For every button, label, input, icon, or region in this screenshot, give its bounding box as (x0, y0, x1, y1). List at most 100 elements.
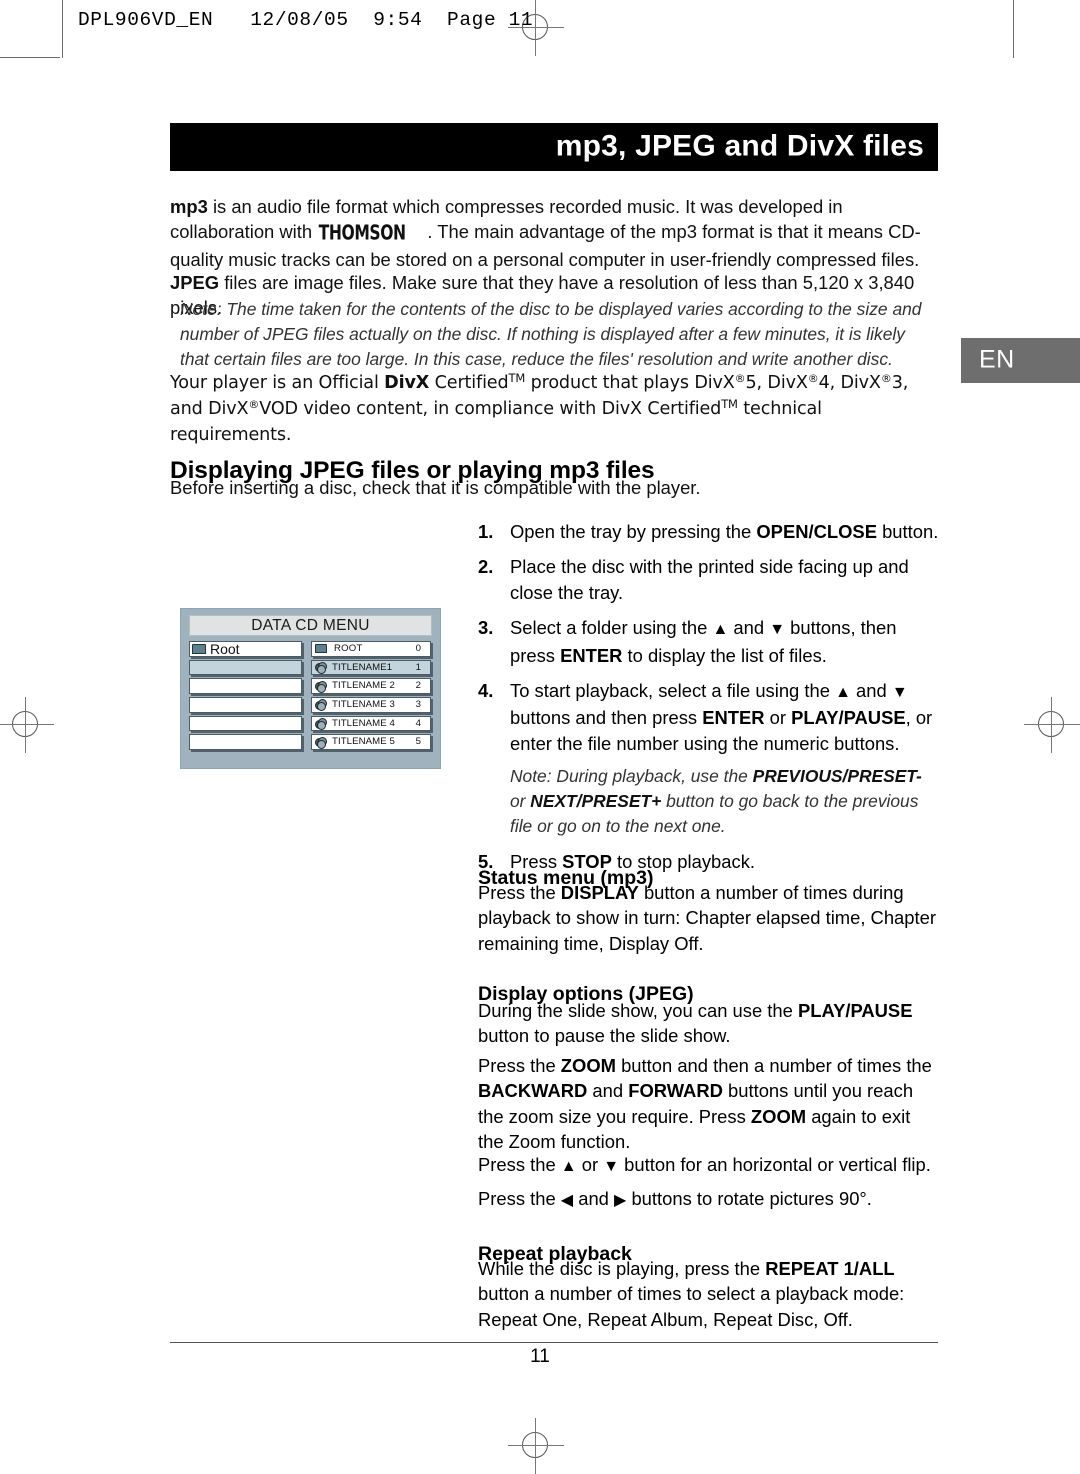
registration-mark-right (1024, 697, 1080, 753)
figure-file-label: TITLENAME1 (332, 661, 393, 673)
figure-folder-row (189, 715, 302, 732)
step-item: 1. Open the tray by pressing the OPEN/CL… (478, 519, 940, 544)
figure-file-row: TITLENAME1 1 (311, 659, 431, 676)
figure-file-label: TITLENAME 3 (332, 699, 395, 711)
arrow-left-icon: ◀ (560, 1192, 574, 1209)
step-text-run: and (850, 680, 892, 702)
figure-folder-label: Root (210, 641, 240, 657)
rotate-text-3: buttons to rotate pictures 90°. (626, 1188, 872, 1209)
trim-mark-right (1013, 0, 1015, 58)
trim-mark-top (0, 57, 60, 59)
step-text-run: to display the list of files. (622, 644, 827, 666)
flip-text-3: button for an horizontal or vertical fli… (619, 1154, 931, 1175)
figure-file-number: 1 (415, 661, 421, 673)
figure-data-cd-menu: DATA CD MENU Root ROOT 0 TITLENAME1 1 TI… (180, 608, 441, 769)
step-number: 3. (478, 617, 494, 639)
step-text: Select a folder using the ▲ and ▼ button… (510, 615, 940, 668)
divx-text-4: DivX (208, 399, 249, 419)
media-icon (315, 661, 327, 674)
arrow-icon: ▼ (769, 621, 786, 639)
button-repeat: REPEAT 1/ALL (765, 1258, 895, 1279)
button-forward: FORWARD (628, 1080, 723, 1102)
trademark-symbol: TM (508, 371, 526, 385)
figure-file-row: TITLENAME 4 4 (311, 715, 431, 732)
flip-text-2: or (576, 1154, 604, 1175)
flip-text-1: Press the (478, 1154, 561, 1175)
figure-folder-row (189, 734, 302, 750)
step-item: 2. Place the disc with the printed side … (478, 554, 940, 605)
footer-divider (170, 1342, 938, 1344)
figure-file-number: 3 (415, 699, 421, 711)
figure-folder-row-root: Root (189, 641, 302, 657)
button-next-preset: NEXT/PRESET+ (530, 791, 662, 812)
divx-text-3: product that plays DivX (525, 373, 735, 393)
button-previous-preset: PREVIOUS/PRESET- (752, 766, 922, 787)
arrow-up-icon: ▲ (560, 1158, 577, 1175)
button-play-pause: PLAY/PAUSE (798, 1000, 913, 1021)
rotate-text-2: and (573, 1188, 615, 1209)
zoom-text-1: Press the (478, 1055, 561, 1076)
step-text: Place the disc with the printed side fac… (510, 554, 940, 605)
note-previous-next: Note: During playback, use the PREVIOUS/… (510, 764, 940, 839)
mp3-lead: mp3 (170, 196, 208, 217)
step-text-run: Open the tray by pressing the (510, 521, 757, 542)
paragraph-mp3: mp3 is an audio file format which compre… (170, 194, 940, 272)
language-tab-en: EN (961, 338, 1080, 383)
figure-file-row: TITLENAME 5 5 (311, 734, 431, 750)
zoom-text-3: and (587, 1080, 629, 1102)
paragraph-zoom: Press the ZOOM button and then a number … (478, 1053, 940, 1155)
figure-file-label: ROOT (334, 642, 363, 654)
button-zoom: ZOOM (560, 1055, 616, 1076)
arrow-icon: ▲ (835, 684, 851, 702)
step-text-run: button. (876, 521, 939, 542)
divx-text-2: Certified (429, 373, 509, 393)
display-text-2: button to pause the slide show. (478, 1025, 731, 1047)
paragraph-repeat-playback: While the disc is playing, press the REP… (478, 1256, 940, 1332)
divx-brand: DivX (384, 373, 430, 393)
button-name: ENTER (560, 644, 623, 666)
step-text-run: Select a folder using the (510, 617, 713, 639)
print-slug: DPL906VD_EN 12/08/05 9:54 Page 11 (78, 9, 534, 31)
button-display: DISPLAY (560, 882, 639, 903)
manual-page: DPL906VD_EN 12/08/05 9:54 Page 11 mp3, J… (0, 0, 1080, 1474)
trim-mark-left (62, 0, 64, 58)
figure-file-number: 5 (415, 736, 421, 748)
step-number: 2. (478, 556, 494, 578)
figure-title: DATA CD MENU (189, 615, 432, 636)
button-name: OPEN/CLOSE (756, 521, 877, 542)
registered-symbol-4: ® (248, 398, 260, 411)
step-item: 3. Select a folder using the ▲ and ▼ but… (478, 615, 940, 668)
note-jpeg-display-time: Note: The time taken for the contents of… (180, 299, 922, 369)
figure-folder-column: Root (189, 641, 302, 753)
figure-folder-row (189, 697, 302, 713)
folder-icon (192, 643, 206, 654)
button-backward: BACKWARD (478, 1080, 588, 1102)
language-tab-label: EN (979, 344, 1015, 373)
note-text-1: Note: During playback, use the (510, 766, 753, 787)
step-text-run: buttons and then press (510, 707, 703, 729)
page-number: 11 (530, 1346, 550, 1367)
step-text-run: or (764, 707, 792, 729)
step-item: 4. To start playback, select a file usin… (478, 678, 940, 756)
button-name: PLAY/PAUSE (791, 707, 906, 729)
divx-version-4: 4, DivX (818, 373, 881, 393)
figure-file-row: TITLENAME 3 3 (311, 697, 431, 713)
paragraph-flip: Press the ▲ or ▼ button for an horizonta… (478, 1152, 940, 1179)
trademark-symbol-2: TM (721, 397, 738, 411)
step-text: Open the tray by pressing the OPEN/CLOSE… (510, 519, 940, 544)
arrow-right-icon: ▶ (614, 1192, 627, 1209)
figure-file-label: TITLENAME 5 (332, 736, 395, 748)
note-text-2: or (510, 791, 531, 812)
chapter-banner: mp3, JPEG and DivX files (170, 123, 938, 171)
step-number: 4. (478, 680, 494, 702)
button-name: ENTER (702, 707, 765, 729)
registered-symbol-1: ® (734, 372, 746, 385)
step-text-run: Place the disc with the printed side fac… (510, 556, 909, 603)
status-text-1: Press the (478, 882, 561, 903)
paragraph-status-menu: Press the DISPLAY button a number of tim… (478, 880, 940, 956)
registration-mark-bottom (508, 1418, 564, 1474)
paragraph-divx: Your player is an Official DivX Certifie… (170, 370, 936, 448)
section-intro-text: Before inserting a disc, check that it i… (170, 477, 701, 498)
figure-file-number: 2 (415, 680, 421, 692)
registration-mark-left (0, 697, 54, 753)
